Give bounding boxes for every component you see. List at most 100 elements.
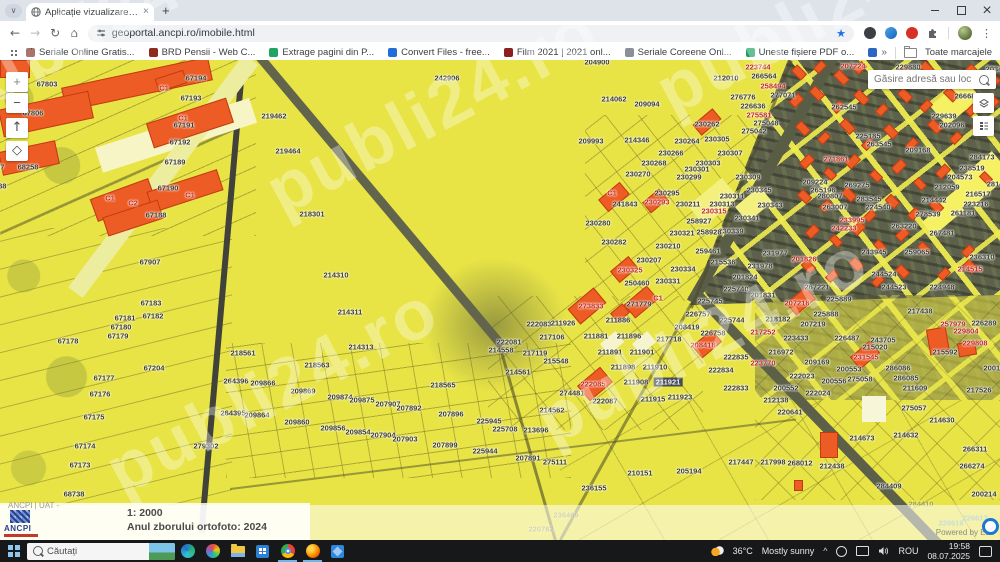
language-indicator[interactable]: ROU bbox=[898, 546, 918, 556]
map-search-placeholder[interactable]: Găsire adresă sau loc bbox=[874, 74, 979, 85]
bookmark-item[interactable]: Extrage pagini din P... bbox=[269, 47, 374, 58]
forward-button[interactable]: → bbox=[30, 26, 40, 40]
extension-icon[interactable] bbox=[885, 27, 897, 39]
taskbar-store-icon[interactable] bbox=[250, 540, 275, 562]
bookmark-item[interactable]: Seriale Online Gratis... bbox=[26, 47, 135, 58]
parcel-label: 67194 bbox=[185, 73, 207, 83]
bookmark-item[interactable]: Film 2021 | 2021 onl... bbox=[503, 47, 611, 58]
parcel-label: 214311 bbox=[337, 307, 363, 317]
browser-tab[interactable]: Aplicație vizualizare imobile × bbox=[26, 3, 154, 21]
taskbar-search-placeholder[interactable]: Căutați bbox=[47, 546, 149, 557]
taskbar-search[interactable]: Căutați bbox=[27, 542, 175, 560]
parcel-label: 215020 bbox=[862, 342, 888, 352]
bookmark-item[interactable]: Convert Files - free... bbox=[388, 47, 490, 58]
bookmark-star-icon[interactable]: ★ bbox=[836, 27, 846, 40]
browser-menu-icon[interactable]: ⋮ bbox=[981, 27, 992, 40]
bookmark-favicon bbox=[503, 48, 513, 57]
parcel-label: 67182 bbox=[142, 311, 164, 321]
weather-icon[interactable] bbox=[710, 546, 724, 556]
bookmark-item[interactable]: Uneste fișiere PDF o... bbox=[745, 47, 854, 58]
site-info-icon[interactable] bbox=[96, 28, 106, 38]
parcel-label: C1 bbox=[159, 83, 169, 93]
window-maximize-button[interactable] bbox=[948, 0, 974, 21]
weather-temp[interactable]: 36°C bbox=[733, 546, 753, 556]
taskbar-photos-icon[interactable] bbox=[325, 540, 350, 562]
parcel-label: 215536 bbox=[710, 257, 736, 267]
tray-expand-icon[interactable]: ^ bbox=[823, 546, 827, 556]
parcel-label: 205194 bbox=[676, 466, 702, 476]
bookmarks-overflow-icon[interactable]: » bbox=[881, 47, 887, 58]
bookmark-favicon bbox=[745, 48, 755, 57]
home-button[interactable]: ⌂ bbox=[70, 26, 78, 40]
taskbar-firefox-icon[interactable] bbox=[300, 540, 325, 562]
cadastral-map[interactable]: 67803 67806 C1 67194 67193 C1 67191 67192 67189 6… bbox=[0, 60, 1000, 540]
window-minimize-button[interactable] bbox=[922, 0, 948, 21]
locate-button[interactable]: ◇ bbox=[6, 141, 28, 161]
taskbar-clock[interactable]: 19:58 08.07.2025 bbox=[927, 541, 970, 561]
parcel-label: 68258 bbox=[17, 162, 39, 172]
map-search-box[interactable]: Găsire adresă sau loc bbox=[868, 70, 996, 89]
apps-grid-icon[interactable] bbox=[10, 48, 18, 57]
search-highlight-thumbnail[interactable] bbox=[149, 542, 175, 560]
extension-icon[interactable] bbox=[906, 27, 918, 39]
parcel-label: 230293 bbox=[644, 197, 670, 207]
profile-avatar[interactable] bbox=[958, 26, 972, 40]
taskbar-widgets-icon[interactable] bbox=[200, 540, 225, 562]
new-tab-button[interactable]: + bbox=[162, 4, 170, 18]
bookmarks-folder-icon[interactable] bbox=[903, 45, 917, 58]
ancpi-logo: ANCPI bbox=[4, 510, 58, 537]
taskbar-chrome-icon[interactable] bbox=[275, 540, 300, 562]
url-text[interactable]: geoportal.ancpi.ro/imobile.html bbox=[112, 27, 836, 39]
notification-center-icon[interactable] bbox=[979, 545, 992, 557]
parcel-label: 67178 bbox=[57, 336, 79, 346]
taskbar-explorer-icon[interactable] bbox=[225, 540, 250, 562]
parcel-label: 222834 bbox=[708, 365, 734, 375]
parcel-label: 276776 bbox=[730, 92, 756, 102]
bookmarks-folder-label[interactable]: Toate marcajele bbox=[925, 47, 992, 58]
bookmark-item[interactable]: Seriale Coreene Onl... bbox=[624, 47, 732, 58]
parcel-label: 222835 bbox=[723, 352, 749, 362]
reload-button[interactable]: ↻ bbox=[50, 26, 60, 40]
address-bar[interactable]: geoportal.ancpi.ro/imobile.html ★ bbox=[87, 24, 854, 42]
default-extent-button[interactable]: ↑ bbox=[6, 118, 28, 138]
parcel-label: 212438 bbox=[819, 461, 845, 471]
window-close-button[interactable]: × bbox=[974, 0, 1000, 21]
parcel-label: 200552 bbox=[773, 383, 799, 393]
zoom-out-button[interactable]: − bbox=[6, 93, 28, 113]
parcel-label: 209169 bbox=[804, 357, 830, 367]
bookmark-item[interactable]: BRD Pensii - Web C... bbox=[148, 47, 256, 58]
parcel-label: 286085 bbox=[893, 373, 919, 383]
tab-search-button[interactable]: ∨ bbox=[5, 4, 22, 18]
weather-desc[interactable]: Mostly sunny bbox=[762, 546, 815, 556]
basemap-gallery-button[interactable] bbox=[973, 93, 994, 113]
parcel-label: 236155 bbox=[581, 483, 607, 493]
parcel-label: 212138 bbox=[763, 395, 789, 405]
parcel-label: 230280 bbox=[585, 218, 611, 228]
zoom-in-button[interactable]: + bbox=[6, 72, 28, 92]
parcel-label: 67190 bbox=[157, 183, 179, 193]
tab-close-icon[interactable]: × bbox=[143, 7, 149, 17]
parcel-label: 210151 bbox=[627, 468, 653, 478]
bookmark-label: BRD Pensii - Web C... bbox=[161, 47, 256, 58]
volume-icon[interactable] bbox=[878, 546, 889, 556]
parcel-label: 225744 bbox=[719, 315, 745, 325]
parcel-label: 230207 bbox=[636, 255, 662, 265]
bookmark-item[interactable]: Portal - Distrigaz Su... bbox=[868, 47, 881, 58]
start-button[interactable] bbox=[8, 545, 20, 557]
bookmark-favicon bbox=[269, 48, 279, 57]
extension-icon[interactable] bbox=[864, 27, 876, 39]
parcel-label: 207224 bbox=[840, 61, 866, 71]
legend-button[interactable] bbox=[973, 116, 994, 136]
display-icon[interactable] bbox=[856, 546, 870, 556]
search-icon[interactable] bbox=[979, 74, 989, 85]
parcel-label: 67803 bbox=[36, 79, 58, 89]
bookmark-favicon bbox=[388, 48, 398, 57]
parcel-label: 277071 bbox=[770, 90, 796, 100]
clock-time: 19:58 bbox=[948, 541, 970, 551]
back-button[interactable]: ← bbox=[10, 26, 20, 40]
taskbar-edge-icon[interactable] bbox=[175, 540, 200, 562]
extensions-puzzle-icon[interactable] bbox=[927, 27, 939, 39]
parcel-label: 268012 bbox=[787, 458, 813, 468]
tray-app-icon[interactable] bbox=[836, 545, 848, 557]
parcel-label: 225708 bbox=[492, 424, 518, 434]
